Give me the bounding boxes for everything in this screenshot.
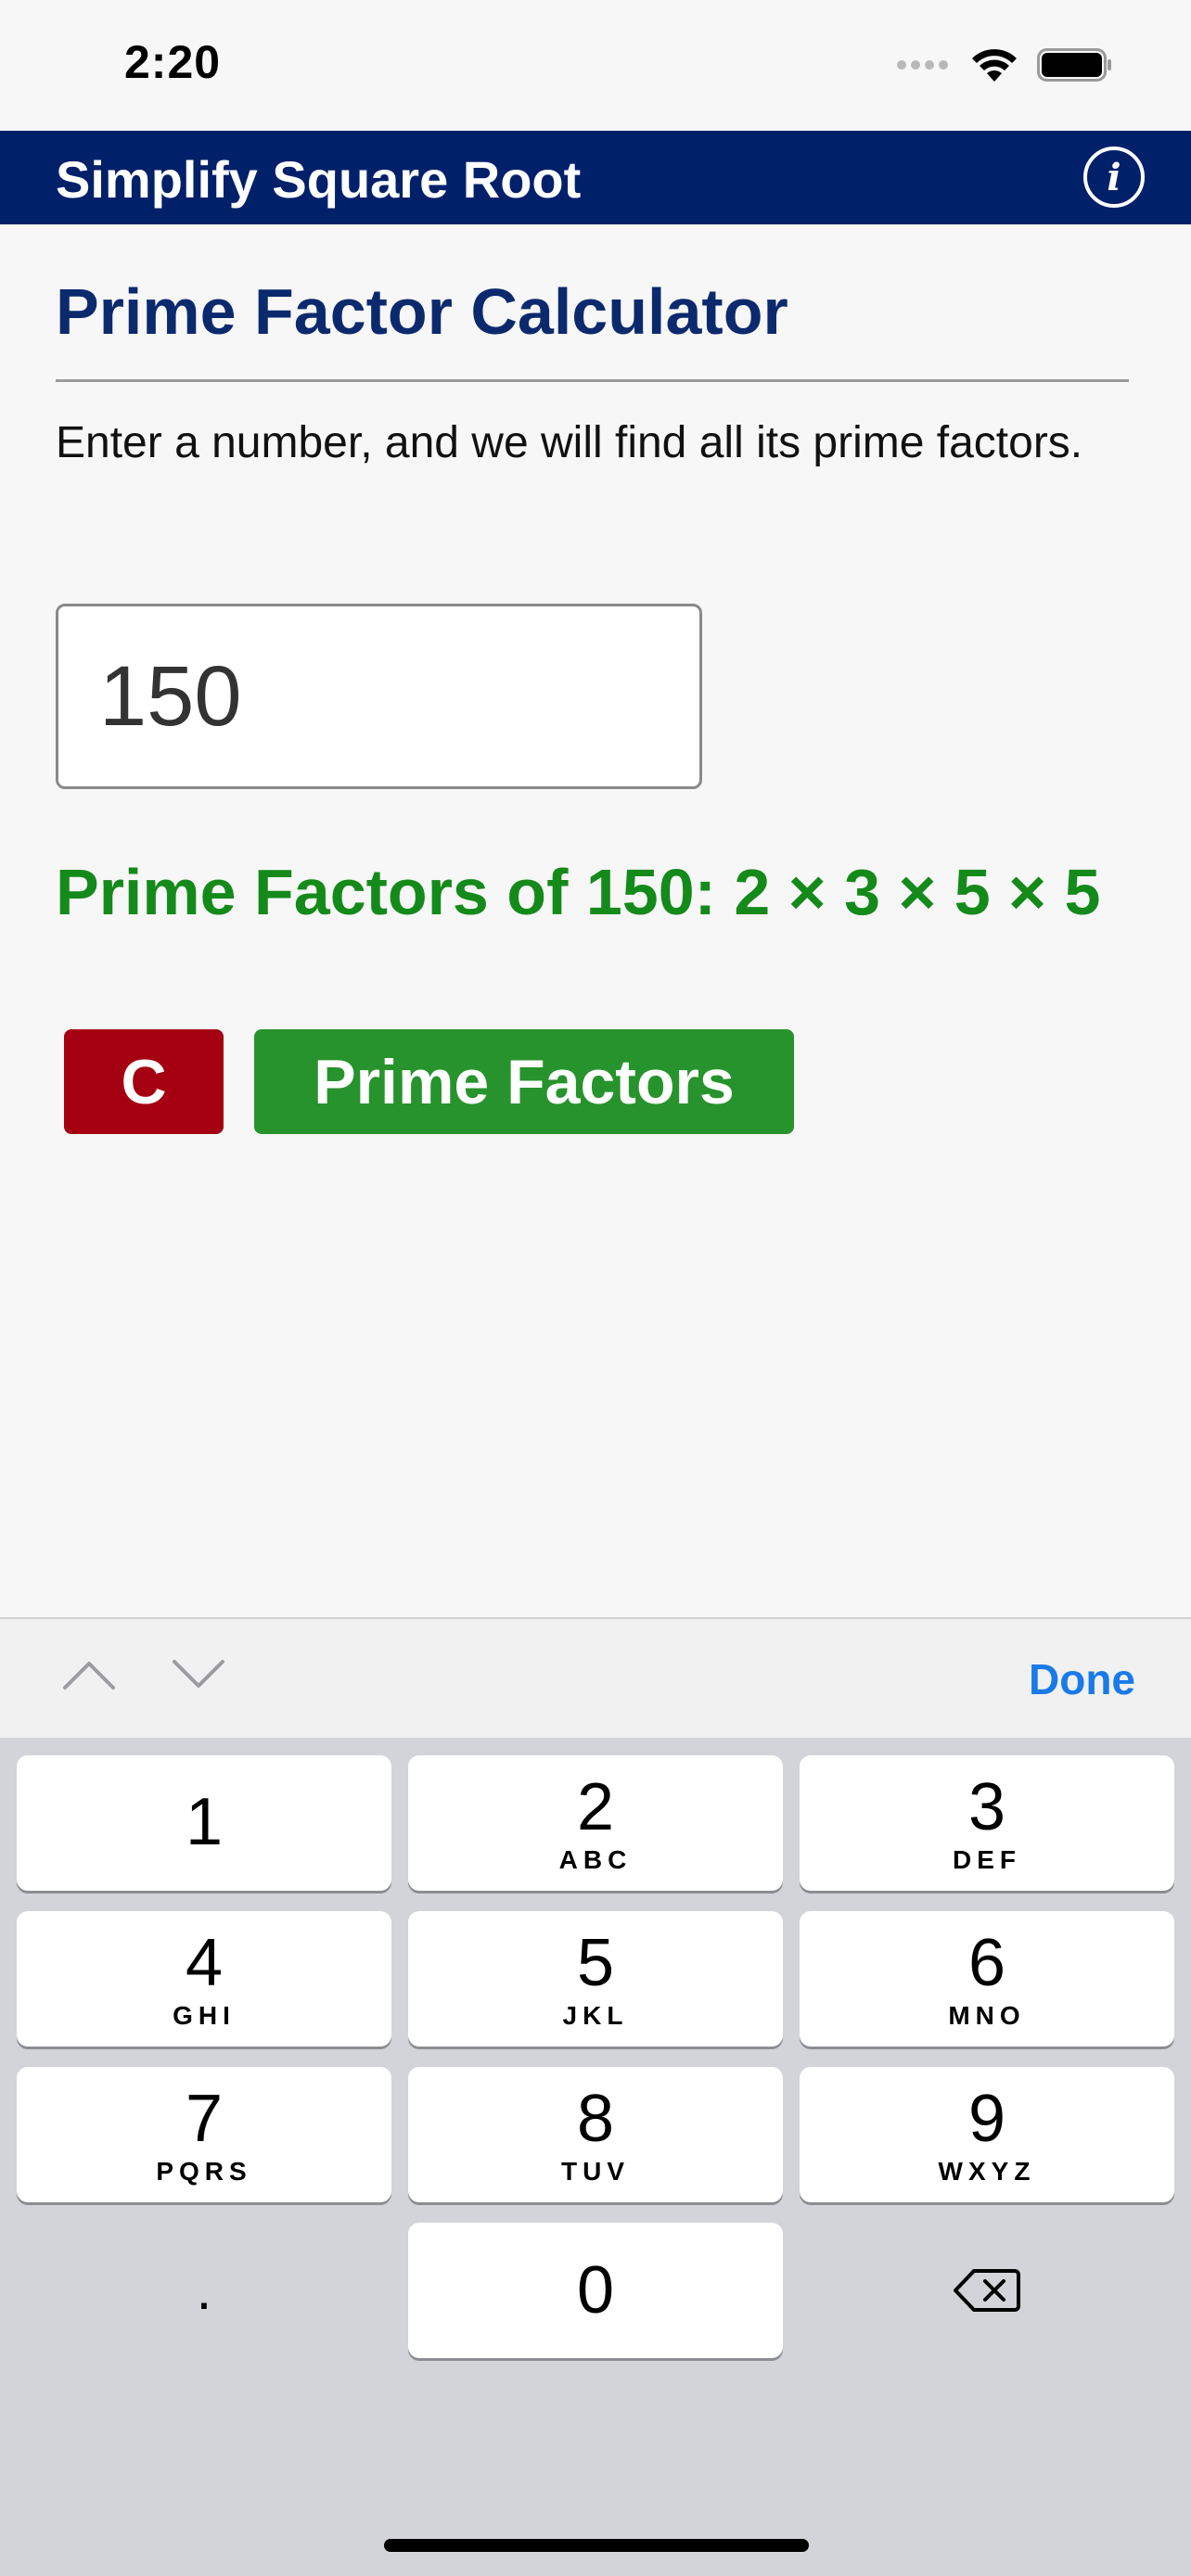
key-digit: 0: [576, 2253, 615, 2327]
page-title: Prime Factor Calculator: [56, 275, 788, 348]
key-2[interactable]: 2 ABC: [408, 1755, 783, 1891]
key-1[interactable]: 1: [17, 1755, 391, 1891]
key-3[interactable]: 3 DEF: [800, 1755, 1174, 1891]
app-title: Simplify Square Root: [56, 150, 582, 209]
result-text: Prime Factors of 150: 2 × 3 × 5 × 5: [56, 856, 1101, 928]
backspace-icon: [954, 2269, 1020, 2312]
key-letters: TUV: [561, 2157, 630, 2186]
key-backspace[interactable]: [800, 2223, 1174, 2358]
key-digit: 6: [967, 1926, 1006, 2000]
chevron-up-icon[interactable]: [61, 1656, 117, 1693]
key-9[interactable]: 9 WXYZ: [800, 2067, 1174, 2202]
divider: [56, 379, 1129, 382]
key-digit: 4: [185, 1926, 224, 2000]
description: Enter a number, and we will find all its…: [56, 418, 1083, 467]
chevron-down-icon[interactable]: [171, 1656, 226, 1693]
keyboard-accessory-bar: Done: [0, 1617, 1191, 1738]
key-0[interactable]: 0: [408, 2223, 783, 2358]
number-input[interactable]: [56, 604, 702, 789]
key-letters: WXYZ: [938, 2157, 1036, 2186]
key-digit: 2: [576, 1770, 615, 1844]
key-4[interactable]: 4 GHI: [17, 1911, 391, 2047]
key-digit: .: [196, 2259, 212, 2321]
done-button[interactable]: Done: [1029, 1654, 1135, 1704]
key-letters: ABC: [558, 1845, 633, 1874]
key-7[interactable]: 7 PQRS: [17, 2067, 391, 2202]
home-indicator: [384, 2539, 809, 2552]
battery-icon: [1037, 48, 1111, 82]
key-digit: 1: [185, 1785, 224, 1859]
key-letters: DEF: [953, 1845, 1021, 1874]
key-6[interactable]: 6 MNO: [800, 1911, 1174, 2047]
status-icons: [896, 46, 1113, 83]
prime-factors-button[interactable]: Prime Factors: [254, 1029, 794, 1134]
key-letters: JKL: [562, 2001, 629, 2030]
app-header: Simplify Square Root i: [0, 131, 1191, 224]
key-digit: 8: [576, 2082, 615, 2156]
key-digit: 5: [576, 1926, 615, 2000]
key-decimal[interactable]: .: [17, 2223, 391, 2358]
info-icon: i: [1107, 155, 1121, 199]
key-digit: 7: [185, 2082, 224, 2156]
status-time: 2:20: [124, 36, 222, 88]
wifi-icon: [972, 49, 1017, 82]
key-8[interactable]: 8 TUV: [408, 2067, 783, 2202]
key-5[interactable]: 5 JKL: [408, 1911, 783, 2047]
clear-button[interactable]: C: [64, 1029, 224, 1134]
signal-icon: [897, 60, 948, 70]
key-letters: MNO: [948, 2001, 1026, 2030]
key-letters: GHI: [173, 2001, 236, 2030]
info-button[interactable]: i: [1083, 147, 1145, 208]
key-digit: 3: [967, 1770, 1006, 1844]
numeric-keypad: 1 2 ABC 3 DEF 4 GHI 5 JKL 6 MNO 7 PQRS 8…: [0, 1738, 1191, 2576]
key-digit: 9: [967, 2082, 1006, 2156]
status-bar: 2:20: [0, 0, 1191, 130]
key-letters: PQRS: [156, 2157, 252, 2186]
